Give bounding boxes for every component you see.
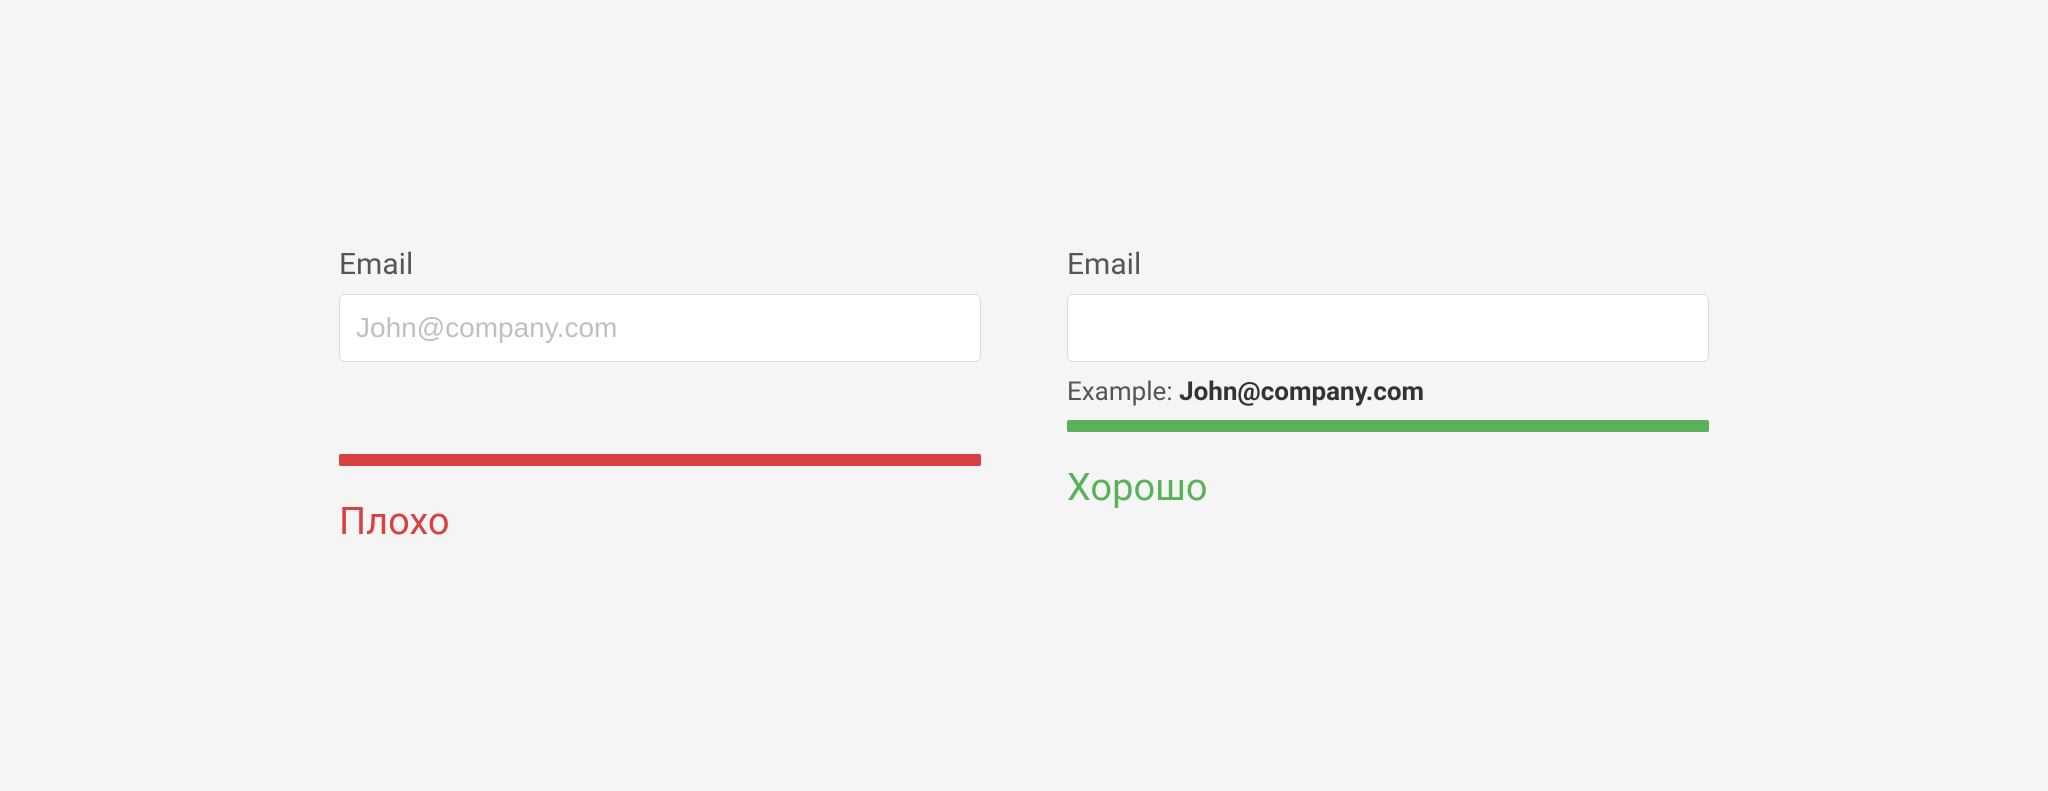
email-label-bad: Email: [339, 247, 981, 282]
comparison-container: Email Плохо Email Example: John@company.…: [339, 247, 1709, 544]
hint-text: Example: John@company.com: [1067, 376, 1709, 410]
email-input-bad[interactable]: [339, 294, 981, 362]
hint-value: John@company.com: [1179, 377, 1424, 407]
email-label-good: Email: [1067, 247, 1709, 282]
spacer: [339, 362, 981, 410]
bad-example-panel: Email Плохо: [339, 247, 981, 544]
good-divider: [1067, 420, 1709, 432]
good-verdict: Хорошо: [1067, 466, 1709, 510]
bad-verdict: Плохо: [339, 500, 981, 544]
good-example-panel: Email Example: John@company.com Хорошо: [1067, 247, 1709, 544]
email-input-good[interactable]: [1067, 294, 1709, 362]
bad-divider: [339, 454, 981, 466]
hint-prefix: Example:: [1067, 377, 1179, 407]
